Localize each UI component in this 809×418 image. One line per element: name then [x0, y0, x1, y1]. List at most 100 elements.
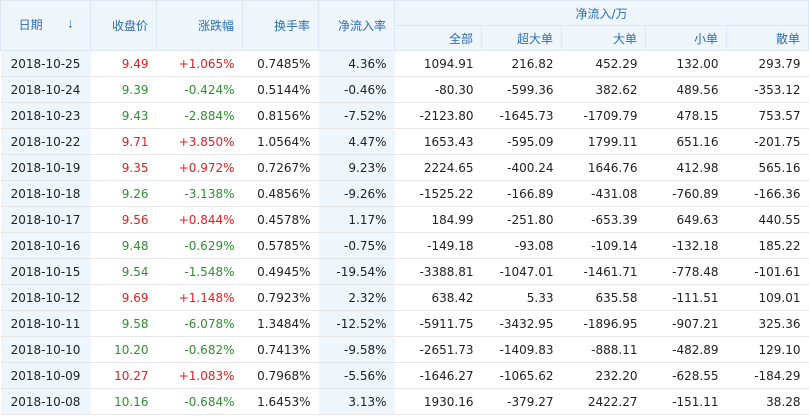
cell-net-all: 2224.65 [394, 154, 482, 181]
cell-change: -0.684% [156, 388, 243, 415]
cell-net-large: -653.39 [561, 206, 646, 233]
cell-close: 9.69 [90, 284, 157, 311]
cell-net-retail: -166.36 [726, 180, 809, 207]
cell-net-all: -1525.22 [394, 180, 482, 207]
cell-net-retail: 753.57 [726, 102, 809, 129]
cell-date: 2018-10-23 [0, 102, 91, 129]
cell-net-small: 478.15 [645, 102, 727, 129]
cell-net-large: -431.08 [561, 180, 646, 207]
cell-change: -6.078% [156, 310, 243, 337]
cell-net-all: 184.99 [394, 206, 482, 233]
cell-net-all: -2123.80 [394, 102, 482, 129]
cell-net-all: -1646.27 [394, 362, 482, 389]
cell-net-retail: 109.01 [726, 284, 809, 311]
cell-change: +1.083% [156, 362, 243, 389]
cell-turnover: 0.5144% [242, 76, 319, 103]
cell-turnover: 0.4945% [242, 258, 319, 285]
cell-close: 9.39 [90, 76, 157, 103]
table-row: 2018-10-10 10.20 -0.682% 0.7413% -9.58% -2651… [0, 336, 809, 363]
table-row: 2018-10-16 9.48 -0.629% 0.5785% -0.75% -149.1… [0, 232, 809, 259]
cell-date: 2018-10-08 [0, 388, 91, 415]
cell-change: -2.884% [156, 102, 243, 129]
col-header-date-label: 日期 [18, 18, 43, 32]
cell-net-inflow-ratio: 2.32% [318, 284, 395, 311]
cell-net-large: -1896.95 [561, 310, 646, 337]
cell-date: 2018-10-16 [0, 232, 91, 259]
cell-net-super-large: -400.24 [481, 154, 562, 181]
cell-turnover: 0.7485% [242, 50, 319, 77]
col-header-turnover[interactable]: 换手率 [242, 0, 319, 51]
col-header-date[interactable]: 日期 🠓 [0, 0, 91, 51]
cell-net-retail: -353.12 [726, 76, 809, 103]
cell-net-super-large: 5.33 [481, 284, 562, 311]
col-header-close[interactable]: 收盘价 [90, 0, 157, 51]
col-header-large[interactable]: 大单 [561, 25, 646, 51]
cell-close: 9.71 [90, 128, 157, 155]
cell-net-retail: -201.75 [726, 128, 809, 155]
cell-net-inflow-ratio: -0.75% [318, 232, 395, 259]
cell-net-retail: -101.61 [726, 258, 809, 285]
cell-turnover: 1.3484% [242, 310, 319, 337]
cell-net-inflow-ratio: -5.56% [318, 362, 395, 389]
cell-net-large: 2422.27 [561, 388, 646, 415]
cell-net-small: -778.48 [645, 258, 727, 285]
table-row: 2018-10-19 9.35 +0.972% 0.7267% 9.23% 2224.65… [0, 154, 809, 181]
table-row: 2018-10-18 9.26 -3.138% 0.4856% -9.26% -1525.… [0, 180, 809, 207]
cell-close: 9.58 [90, 310, 157, 337]
cell-net-large: 452.29 [561, 50, 646, 77]
cell-net-retail: -184.29 [726, 362, 809, 389]
cell-net-super-large: -379.27 [481, 388, 562, 415]
cell-change: +0.844% [156, 206, 243, 233]
cell-close: 9.35 [90, 154, 157, 181]
table-row: 2018-10-25 9.49 +1.065% 0.7485% 4.36% 1094.91… [0, 50, 809, 77]
cell-turnover: 0.7923% [242, 284, 319, 311]
cell-net-all: -80.30 [394, 76, 482, 103]
sort-arrow-down-icon[interactable]: 🠓 [68, 16, 72, 35]
cell-net-small: 489.56 [645, 76, 727, 103]
cell-turnover: 1.0564% [242, 128, 319, 155]
cell-net-inflow-ratio: -9.26% [318, 180, 395, 207]
cell-net-inflow-ratio: 1.17% [318, 206, 395, 233]
cell-change: -0.424% [156, 76, 243, 103]
cell-net-all: 638.42 [394, 284, 482, 311]
col-header-super-large[interactable]: 超大单 [481, 25, 562, 51]
cell-date: 2018-10-17 [0, 206, 91, 233]
cell-date: 2018-10-24 [0, 76, 91, 103]
cell-date: 2018-10-22 [0, 128, 91, 155]
cell-net-inflow-ratio: -9.58% [318, 336, 395, 363]
cell-change: -1.548% [156, 258, 243, 285]
cell-net-super-large: -595.09 [481, 128, 562, 155]
cell-net-small: 132.00 [645, 50, 727, 77]
cell-date: 2018-10-12 [0, 284, 91, 311]
table-row: 2018-10-17 9.56 +0.844% 0.4578% 1.17% 184.99-… [0, 206, 809, 233]
cell-turnover: 0.8156% [242, 102, 319, 129]
cell-change: +3.850% [156, 128, 243, 155]
col-header-small[interactable]: 小单 [645, 25, 727, 51]
cell-close: 9.43 [90, 102, 157, 129]
col-header-change[interactable]: 涨跌幅 [156, 0, 243, 51]
cell-turnover: 0.4856% [242, 180, 319, 207]
cell-change: -0.682% [156, 336, 243, 363]
col-header-retail[interactable]: 散单 [725, 25, 809, 51]
cell-net-retail: 325.36 [726, 310, 809, 337]
cell-change: +1.148% [156, 284, 243, 311]
cell-date: 2018-10-19 [0, 154, 91, 181]
table-row: 2018-10-22 9.71 +3.850% 1.0564% 4.47% 1653.43… [0, 128, 809, 155]
cell-date: 2018-10-25 [0, 50, 91, 77]
table-row: 2018-10-11 9.58 -6.078% 1.3484% -12.52% -5911… [0, 310, 809, 337]
cell-net-small: -760.89 [645, 180, 727, 207]
cell-net-large: 382.62 [561, 76, 646, 103]
cell-net-super-large: -1409.83 [481, 336, 562, 363]
cell-turnover: 0.7413% [242, 336, 319, 363]
cell-net-large: -1709.79 [561, 102, 646, 129]
col-header-net-inflow-ratio[interactable]: 净流入率 [318, 0, 395, 51]
fund-flow-table: 日期 🠓 收盘价 涨跌幅 换手率 净流入率 净流入/万 全部 超大单 大单 小单… [0, 0, 809, 415]
cell-net-retail: 293.79 [726, 50, 809, 77]
cell-date: 2018-10-10 [0, 336, 91, 363]
cell-net-small: -151.11 [645, 388, 727, 415]
cell-change: +0.972% [156, 154, 243, 181]
col-header-all[interactable]: 全部 [394, 25, 482, 51]
cell-net-large: -1461.71 [561, 258, 646, 285]
cell-net-super-large: -251.80 [481, 206, 562, 233]
cell-turnover: 1.6453% [242, 388, 319, 415]
